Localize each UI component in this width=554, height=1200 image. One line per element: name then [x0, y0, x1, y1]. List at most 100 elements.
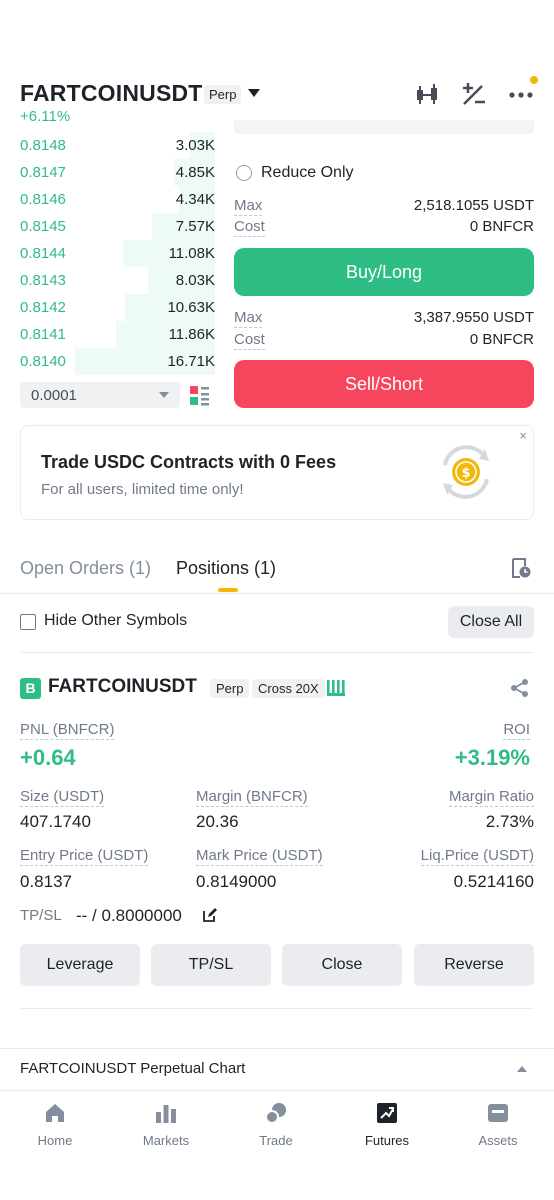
chart-section-label[interactable]: FARTCOINUSDT Perpetual Chart — [20, 1060, 245, 1077]
divider — [20, 652, 534, 653]
nav-home-label: Home — [37, 1133, 73, 1148]
orderbook-qty: 11.86K — [168, 326, 215, 343]
price-change: +6.11% — [20, 108, 71, 125]
tpsl-button[interactable]: TP/SL — [151, 944, 271, 986]
trade-icon — [265, 1103, 286, 1124]
nav-trade-label: Trade — [259, 1133, 293, 1148]
more-icon[interactable] — [507, 82, 535, 108]
nav-assets[interactable]: Assets — [458, 1101, 538, 1148]
orderbook-layout-icon[interactable] — [190, 386, 210, 406]
sell-cost-label: Cost — [234, 331, 265, 350]
pnl-value: +0.64 — [20, 745, 76, 770]
mark-price-label: Mark Price (USDT) — [196, 847, 323, 866]
nav-assets-label: Assets — [478, 1133, 518, 1148]
futures-icon — [377, 1103, 397, 1123]
tpsl-label: TP/SL — [20, 907, 62, 924]
nav-markets[interactable]: Markets — [126, 1101, 206, 1148]
orderbook-qty: 8.03K — [175, 272, 215, 289]
orderbook-row[interactable]: 0.8148 3.03K — [20, 132, 215, 159]
symbol-title[interactable]: FARTCOINUSDT — [20, 80, 203, 107]
entry-price-label: Entry Price (USDT) — [20, 847, 149, 866]
orderbook-price: 0.8140 — [20, 353, 66, 370]
nav-futures-label: Futures — [364, 1133, 410, 1148]
orderbook-row[interactable]: 0.8146 4.34K — [20, 186, 215, 213]
orderbook-row[interactable]: 0.8144 11.08K — [20, 240, 215, 267]
candlestick-chart-icon[interactable] — [414, 82, 442, 108]
size-label: Size (USDT) — [20, 788, 105, 807]
margin-mode-badge[interactable]: Cross 20X — [252, 679, 325, 698]
svg-text:$: $ — [461, 466, 470, 481]
orderbook-qty: 4.34K — [175, 191, 215, 208]
home-icon — [46, 1104, 64, 1122]
orderbook-qty: 11.08K — [168, 245, 215, 262]
orderbook-price: 0.8147 — [20, 164, 66, 181]
orderbook-row[interactable]: 0.8140 16.71K — [20, 348, 215, 375]
margin-ratio-label: Margin Ratio — [448, 788, 534, 807]
orderbook-qty: 16.71K — [167, 353, 215, 370]
size-value: 407.1740 — [20, 812, 91, 831]
symbol-dropdown-icon[interactable] — [248, 89, 260, 97]
orderbook-price: 0.8142 — [20, 299, 66, 316]
close-position-button[interactable]: Close — [282, 944, 402, 986]
tick-size-value: 0.0001 — [31, 387, 77, 404]
contract-type-badge: Perp — [204, 85, 242, 104]
orderbook-row[interactable]: 0.8142 10.63K — [20, 294, 215, 321]
reverse-button[interactable]: Reverse — [414, 944, 534, 986]
buy-max-label: Max — [234, 197, 263, 216]
leverage-button[interactable]: Leverage — [20, 944, 140, 986]
orderbook-row[interactable]: 0.8143 8.03K — [20, 267, 215, 294]
orderbook-row[interactable]: 0.8147 4.85K — [20, 159, 215, 186]
buy-max-value: 2,518.1055 USDT — [413, 197, 534, 214]
orderbook-qty: 3.03K — [175, 137, 215, 154]
tab-open-orders[interactable]: Open Orders (1) — [20, 558, 151, 579]
buy-long-button[interactable]: Buy/Long — [234, 248, 534, 296]
edit-icon[interactable] — [202, 907, 218, 923]
buy-cost-label: Cost — [234, 218, 265, 237]
liq-price-label: Liq.Price (USDT) — [420, 847, 534, 866]
margin-ratio-value: 2.73% — [485, 812, 534, 831]
orderbook-price: 0.8146 — [20, 191, 66, 208]
nav-home[interactable]: Home — [15, 1101, 95, 1148]
roi-label: ROI — [503, 721, 530, 740]
close-all-button[interactable]: Close All — [448, 606, 534, 638]
orderbook-row[interactable]: 0.8145 7.57K — [20, 213, 215, 240]
usdc-coin-icon: $ — [443, 445, 489, 499]
promo-subtitle: For all users, limited time only! — [41, 481, 244, 498]
chevron-up-icon[interactable] — [517, 1066, 527, 1072]
orderbook-price: 0.8144 — [20, 245, 66, 262]
close-icon[interactable]: × — [519, 428, 527, 443]
position-symbol[interactable]: FARTCOINUSDT — [48, 676, 197, 698]
orderbook-row[interactable]: 0.8141 11.86K — [20, 321, 215, 348]
orderbook-qty: 7.57K — [175, 218, 215, 235]
promo-title: Trade USDC Contracts with 0 Fees — [41, 452, 337, 472]
reduce-only-radio[interactable] — [236, 165, 252, 181]
tab-positions[interactable]: Positions (1) — [176, 558, 276, 579]
calculator-icon[interactable] — [460, 82, 488, 108]
nav-trade[interactable]: Trade — [236, 1101, 316, 1148]
divider — [0, 593, 554, 594]
nav-markets-label: Markets — [142, 1133, 190, 1148]
mark-price-value: 0.8149000 — [196, 872, 277, 891]
margin-value: 20.36 — [196, 812, 239, 831]
amount-input[interactable] — [234, 120, 534, 134]
hide-other-checkbox[interactable] — [20, 614, 36, 630]
buy-cost-value: 0 BNFCR — [469, 218, 534, 235]
orderbook-price: 0.8145 — [20, 218, 66, 235]
divider — [0, 1048, 554, 1049]
share-icon[interactable] — [510, 678, 530, 698]
reduce-only-label: Reduce Only — [261, 164, 354, 181]
order-history-icon[interactable] — [510, 557, 532, 579]
chevron-down-icon — [159, 392, 169, 398]
notification-dot — [530, 76, 538, 84]
bottom-nav: Home Markets Trade Futures Assets — [0, 1090, 554, 1200]
adl-indicator-icon — [327, 680, 345, 696]
promo-banner[interactable]: Trade USDC Contracts with 0 Fees For all… — [20, 425, 534, 520]
sell-short-button[interactable]: Sell/Short — [234, 360, 534, 408]
orderbook-price: 0.8148 — [20, 137, 66, 154]
hide-other-label: Hide Other Symbols — [44, 612, 188, 629]
pnl-label: PNL (BNFCR) — [20, 721, 115, 740]
orderbook-price: 0.8141 — [20, 326, 66, 343]
sell-cost-value: 0 BNFCR — [469, 331, 534, 348]
tick-size-select[interactable]: 0.0001 — [20, 382, 180, 408]
nav-futures[interactable]: Futures — [347, 1101, 427, 1148]
